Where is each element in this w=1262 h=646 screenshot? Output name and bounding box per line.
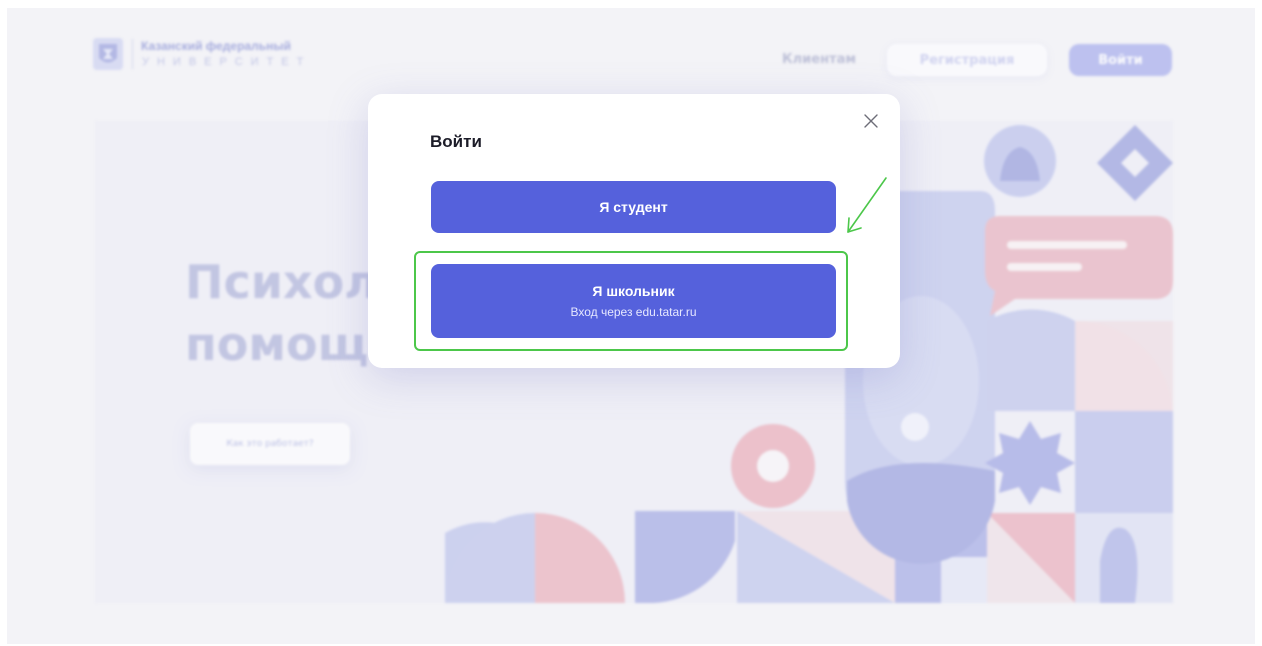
- close-icon[interactable]: [862, 112, 880, 130]
- browser-viewport: Казанский федеральный УНИВЕРСИТЕТ Клиент…: [7, 8, 1255, 644]
- modal-title: Войти: [430, 132, 482, 151]
- login-modal: Войти Я студент Я школьник Вход через ed…: [368, 94, 900, 368]
- schoolchild-button-sublabel: Вход через edu.tatar.ru: [570, 305, 697, 319]
- annotation-arrow: [847, 177, 887, 233]
- student-login-button[interactable]: Я студент: [431, 181, 836, 233]
- schoolchild-login-button[interactable]: Я школьник Вход через edu.tatar.ru: [431, 264, 836, 338]
- schoolchild-button-label: Я школьник: [592, 283, 675, 299]
